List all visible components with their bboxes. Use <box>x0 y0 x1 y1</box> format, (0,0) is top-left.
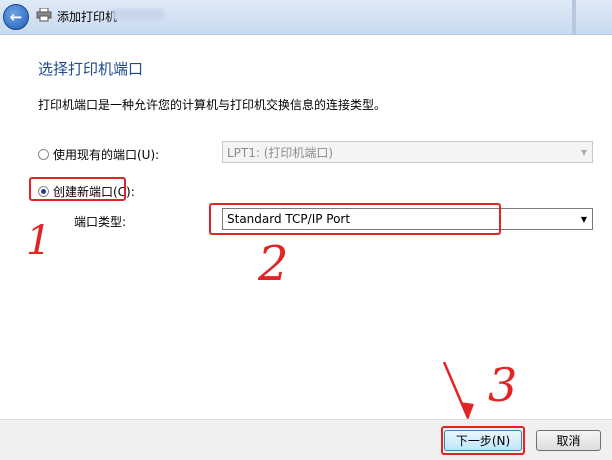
annotation-number-1: 1 <box>26 218 52 264</box>
port-type-select[interactable]: Standard TCP/IP Port ▼ <box>222 208 593 230</box>
page-title: 选择打印机端口 <box>38 60 144 78</box>
wizard-footer: 下一步(N) 取消 <box>0 419 612 460</box>
window-title: 添加打印机 <box>57 10 118 24</box>
annotation-number-3: 3 <box>488 358 518 412</box>
title-bar-divider <box>572 0 576 34</box>
annotation-arrow <box>442 361 474 420</box>
printer-icon <box>36 8 52 22</box>
back-button[interactable]: ← <box>3 4 29 30</box>
create-new-port-option[interactable]: 创建新端口(C): <box>38 183 135 200</box>
use-existing-port-option[interactable]: 使用现有的端口(U): <box>38 146 159 163</box>
blurred-title-region <box>112 9 164 20</box>
back-arrow-icon: ← <box>9 8 23 26</box>
chevron-down-icon: ▼ <box>580 147 588 157</box>
radio-selected-dot <box>41 189 46 194</box>
annotation-number-2: 2 <box>258 236 289 292</box>
add-printer-wizard: ← 添加打印机 选择打印机端口 打印机端口是一种允许您的计算机与打印机交换信息的… <box>0 0 612 460</box>
port-type-value: Standard TCP/IP Port <box>227 212 351 226</box>
use-existing-port-radio[interactable] <box>38 149 49 160</box>
chevron-down-icon[interactable]: ▼ <box>576 209 592 229</box>
existing-port-select: LPT1: (打印机端口) ▼ <box>222 141 593 163</box>
title-bar: ← 添加打印机 <box>0 0 612 35</box>
page-description: 打印机端口是一种允许您的计算机与打印机交换信息的连接类型。 <box>38 98 387 112</box>
next-button[interactable]: 下一步(N) <box>444 430 522 451</box>
cancel-button[interactable]: 取消 <box>536 430 601 451</box>
existing-port-value: LPT1: (打印机端口) <box>227 145 334 160</box>
use-existing-port-label: 使用现有的端口(U): <box>53 148 160 162</box>
create-new-port-radio[interactable] <box>38 186 49 197</box>
create-new-port-label: 创建新端口(C): <box>53 185 135 199</box>
port-type-label: 端口类型: <box>74 215 127 229</box>
